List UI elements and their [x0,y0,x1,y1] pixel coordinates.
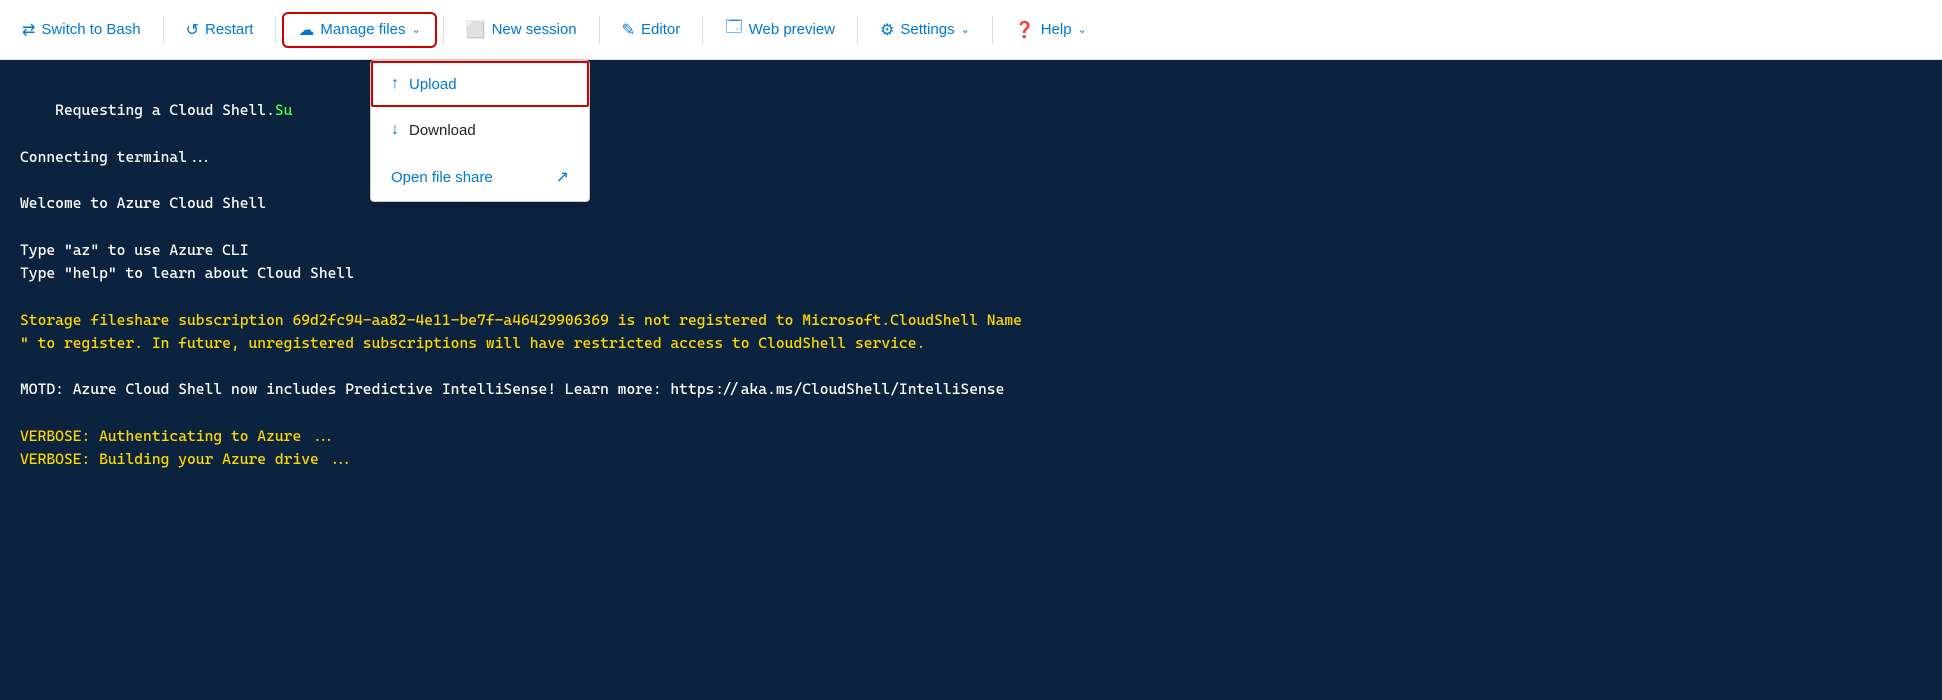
download-icon: ↓ [391,121,399,139]
help-button[interactable]: ❓ Help ⌄ [1001,14,1101,46]
term-line-4: Welcome to Azure Cloud Shell [20,192,1922,215]
download-label: Download [409,122,476,139]
toolbar: ⇄ Switch to Bash ↺ Restart ☁ Manage file… [0,0,1942,60]
terminal-area[interactable]: Requesting a Cloud Shell.Su Connecting t… [0,60,1942,700]
separator-6 [857,16,858,44]
separator-2 [275,16,276,44]
settings-label: Settings [900,21,954,38]
manage-files-icon: ☁ [298,20,314,40]
manage-files-button[interactable]: ☁ Manage files ⌄ [284,14,434,46]
term-line-7: Type "help" to learn about Cloud Shell [20,262,1922,285]
switch-icon: ⇄ [22,20,35,40]
term-line-2: Connecting terminal... [20,146,1922,169]
term-line-1-green: Su [275,101,293,119]
term-blank-2 [20,216,1922,239]
editor-button[interactable]: ✎ Editor [608,14,695,46]
term-blank-3 [20,285,1922,308]
term-verbose-2: VERBOSE: Building your Azure drive ... [20,448,1922,471]
term-blank-5 [20,402,1922,425]
restart-button[interactable]: ↺ Restart [172,14,268,46]
editor-icon: ✎ [622,20,635,40]
switch-to-bash-label: Switch to Bash [41,21,140,38]
term-verbose-1: VERBOSE: Authenticating to Azure ... [20,425,1922,448]
term-motd: MOTD: Azure Cloud Shell now includes Pre… [20,378,1922,401]
separator-5 [702,16,703,44]
term-warning-1: Storage fileshare subscription 69d2fc94-… [20,309,1922,332]
separator-4 [599,16,600,44]
new-session-icon: ⬜ [466,20,486,40]
settings-chevron: ⌄ [961,23,970,36]
help-label: Help [1041,21,1072,38]
term-line-1-white: Requesting a Cloud Shell. [55,101,275,119]
help-icon: ❓ [1015,20,1035,40]
open-file-share-menu-item[interactable]: Open file share ↗ [371,153,589,201]
restart-label: Restart [205,21,253,38]
web-preview-icon: 🗔 [725,16,742,43]
term-blank-4 [20,355,1922,378]
term-warning-2: " to register. In future, unregistered s… [20,332,1922,355]
term-line-1: Requesting a Cloud Shell.Su [20,76,1922,146]
manage-files-chevron: ⌄ [411,23,420,36]
manage-files-label: Manage files [320,21,405,38]
new-session-label: New session [492,21,577,38]
web-preview-button[interactable]: 🗔 Web preview [711,10,849,49]
help-chevron: ⌄ [1078,23,1087,36]
switch-to-bash-button[interactable]: ⇄ Switch to Bash [8,14,155,46]
download-menu-item[interactable]: ↓ Download [371,107,589,153]
separator-7 [992,16,993,44]
manage-files-dropdown: ↑ Upload ↓ Download Open file share ↗ [370,60,590,202]
editor-label: Editor [641,21,680,38]
settings-button[interactable]: ⚙ Settings ⌄ [866,14,984,46]
new-session-button[interactable]: ⬜ New session [452,14,591,46]
separator-3 [443,16,444,44]
open-file-share-label: Open file share [391,169,493,186]
separator-1 [163,16,164,44]
term-line-6: Type "az" to use Azure CLI [20,239,1922,262]
restart-icon: ↺ [186,20,199,40]
upload-menu-item[interactable]: ↑ Upload [371,61,589,107]
term-blank-1 [20,169,1922,192]
external-link-icon: ↗ [556,167,569,187]
upload-label: Upload [409,76,457,93]
settings-icon: ⚙ [880,20,894,40]
upload-icon: ↑ [391,75,399,93]
web-preview-label: Web preview [749,21,835,38]
